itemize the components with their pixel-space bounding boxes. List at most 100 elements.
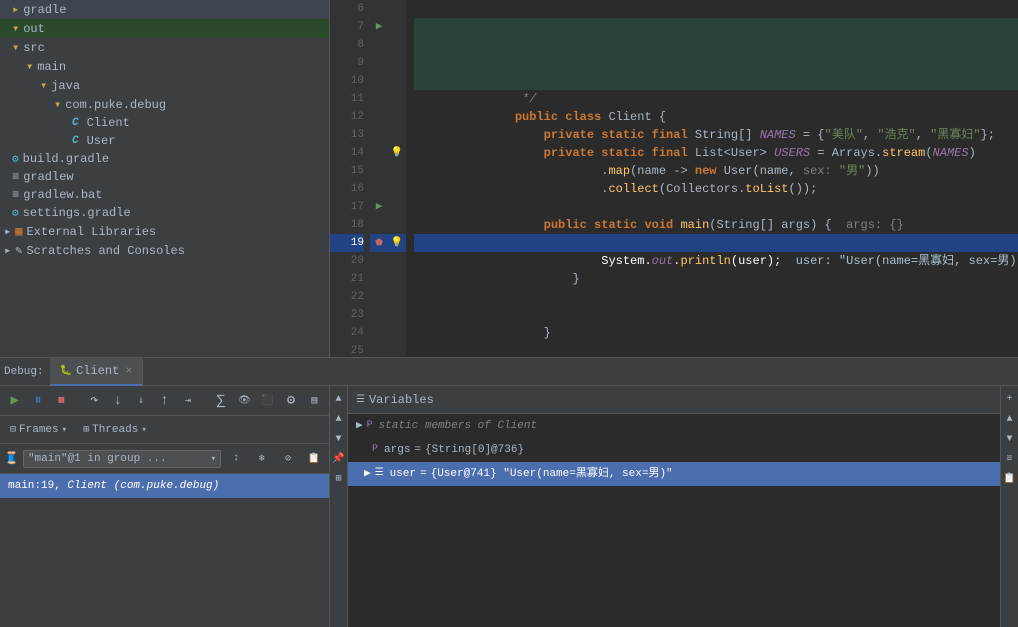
- resume-button[interactable]: ▶: [4, 390, 25, 412]
- code-line-12: private static final String[] NAMES = {"…: [414, 108, 1018, 126]
- hint-item: [388, 0, 406, 18]
- add-watch-button[interactable]: +: [1001, 390, 1018, 408]
- watch-button[interactable]: 👁: [234, 390, 255, 412]
- stop-button[interactable]: ⏹: [51, 390, 72, 412]
- run-indicators: ▶ ▶ ⬟: [370, 0, 388, 357]
- scroll-down-vars-button[interactable]: ▼: [1001, 430, 1018, 448]
- run-indicator: [370, 288, 388, 306]
- code-line-17: public static void main(String[] args) {…: [414, 198, 1018, 216]
- frames-label: Frames: [19, 424, 59, 436]
- freeze-thread-button[interactable]: ❄: [251, 448, 273, 470]
- restore-layout-button[interactable]: ▲: [330, 390, 348, 408]
- thread-dropdown[interactable]: "main"@1 in group ... ▾: [23, 450, 221, 468]
- line-number: 12: [330, 108, 364, 126]
- step-over-button[interactable]: ↷: [84, 390, 105, 412]
- sidebar-item-label: src: [23, 41, 45, 55]
- copy-button[interactable]: ⊞: [330, 470, 348, 488]
- var-item-static[interactable]: ▶ P static members of Client: [348, 414, 1000, 438]
- bulb-icon-highlighted[interactable]: 💡: [388, 234, 406, 252]
- sidebar-item-java[interactable]: ▾ java: [0, 76, 329, 95]
- folder-open-icon: ▾: [12, 21, 19, 36]
- sidebar-item-gradle[interactable]: ▸ gradle: [0, 0, 329, 19]
- sidebar-item-label: java: [51, 79, 80, 93]
- sort-vars-button[interactable]: ≡: [1001, 450, 1018, 468]
- class-icon: C: [72, 135, 79, 147]
- threads-icon: ⊞: [83, 424, 89, 436]
- settings-button[interactable]: ⚙: [280, 390, 301, 412]
- frames-button[interactable]: ⊟ Frames ▾: [4, 422, 73, 438]
- folder-open-icon: ▾: [12, 40, 19, 55]
- sidebar-item-client[interactable]: C Client: [0, 114, 329, 132]
- right-side-toolbar: + ▲ ▼ ≡ 📋: [1000, 386, 1018, 627]
- line-number: 15: [330, 162, 364, 180]
- line-number: 10: [330, 72, 364, 90]
- copy-vars-button[interactable]: 📋: [1001, 470, 1018, 488]
- copy-stack-button[interactable]: 📋: [303, 448, 325, 470]
- hint-item: [388, 288, 406, 306]
- step-out-button[interactable]: ↑: [154, 390, 175, 412]
- line-number: 20: [330, 252, 364, 270]
- bulb-icon[interactable]: 💡: [388, 144, 406, 162]
- pin-button[interactable]: 📌: [330, 450, 348, 468]
- static-icon: P: [367, 414, 373, 438]
- line-number: 21: [330, 270, 364, 288]
- sidebar-item-main[interactable]: ▾ main: [0, 57, 329, 76]
- stack-frame-item[interactable]: main:19, Client (com.puke.debug): [0, 474, 329, 498]
- evaluate-button[interactable]: ∑: [210, 390, 231, 412]
- tab-client[interactable]: 🐛 Client ×: [50, 358, 144, 386]
- sort-threads-button[interactable]: ↕: [225, 448, 247, 470]
- sidebar-item-gradlew[interactable]: ≡ gradlew: [0, 168, 329, 186]
- hint-item: [388, 180, 406, 198]
- scroll-down-button[interactable]: ▼: [330, 430, 348, 448]
- code-line-21: [414, 270, 1018, 288]
- var-static-label: static members of Client: [379, 414, 537, 438]
- sidebar: ▸ gradle ▾ out ▾ src ▾ main: [0, 0, 330, 357]
- debug-right: ☰ Variables ▶ P static members of Client…: [348, 386, 1000, 627]
- hint-item: [388, 162, 406, 180]
- debug-panel: Debug: 🐛 Client × ▶ ⏸ ⏹ ↷ ↓ ⇓ ↑: [0, 357, 1018, 627]
- var-item-user[interactable]: ▶ ☰ user = {User@741} "User(name=黑寡妇, se…: [348, 462, 1000, 486]
- sidebar-item-src[interactable]: ▾ src: [0, 38, 329, 57]
- close-tab-icon[interactable]: ×: [125, 364, 132, 378]
- expand-arrow-icon[interactable]: ▶: [356, 414, 363, 438]
- hint-item: [388, 90, 406, 108]
- force-step-into-button[interactable]: ⇓: [130, 390, 151, 412]
- threads-button[interactable]: ⊞ Threads ▾: [77, 422, 153, 438]
- sidebar-item-gradlewbat[interactable]: ≡ gradlew.bat: [0, 186, 329, 204]
- line-number: 14: [330, 144, 364, 162]
- pause-button[interactable]: ⏸: [27, 390, 48, 412]
- line-number: 11: [330, 90, 364, 108]
- scroll-up-button[interactable]: ▲: [330, 410, 348, 428]
- var-eq: =: [420, 462, 427, 486]
- code-line-11: public class Client {: [414, 90, 1018, 108]
- sidebar-item-out[interactable]: ▾ out: [0, 19, 329, 38]
- sidebar-item-buildgradle[interactable]: ⚙ build.gradle: [0, 150, 329, 168]
- line-number: 24: [330, 324, 364, 342]
- sidebar-item-label: main: [37, 60, 66, 74]
- filter-button[interactable]: ⊘: [277, 448, 299, 470]
- sidebar-item-user[interactable]: C User: [0, 132, 329, 150]
- var-value: {User@741} "User(name=黑寡妇, sex=男)": [431, 462, 673, 486]
- class-icon: C: [72, 117, 79, 129]
- run-to-cursor-button[interactable]: ⇥: [177, 390, 198, 412]
- hint-item: [388, 18, 406, 36]
- run-indicator: [370, 270, 388, 288]
- debug-label: Debug:: [4, 366, 44, 378]
- sidebar-item-extlibs[interactable]: ▸ ▦ External Libraries: [0, 222, 329, 241]
- scroll-up-vars-button[interactable]: ▲: [1001, 410, 1018, 428]
- hint-item: [388, 108, 406, 126]
- sidebar-item-settingsgradle[interactable]: ⚙ settings.gradle: [0, 204, 329, 222]
- layout-button[interactable]: ▤: [304, 390, 325, 412]
- code-line-8: * @author puke: [414, 36, 1018, 54]
- var-name: args: [384, 438, 410, 462]
- code-line-16: [414, 180, 1018, 198]
- expand-arrow-icon[interactable]: ▶: [364, 462, 371, 486]
- line-number: 18: [330, 216, 364, 234]
- sidebar-item-scratches[interactable]: ▸ ✎ Scratches and Consoles: [0, 241, 329, 260]
- frames-button[interactable]: ⬛: [257, 390, 278, 412]
- code-area: /** * @author puke * @version 2018/6/3: [406, 0, 1018, 357]
- var-item-args[interactable]: P args = {String[0]@736}: [348, 438, 1000, 462]
- sidebar-item-package[interactable]: ▾ com.puke.debug: [0, 95, 329, 114]
- step-into-button[interactable]: ↓: [107, 390, 128, 412]
- gradle-icon: ⚙: [12, 152, 19, 166]
